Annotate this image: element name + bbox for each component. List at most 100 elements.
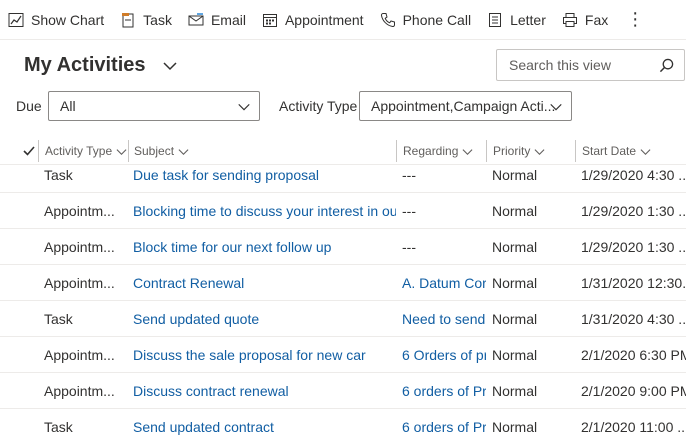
column-separator [38, 140, 39, 162]
table-row[interactable]: Appointm... Contract Renewal A. Datum Co… [0, 265, 686, 301]
column-separator [575, 140, 576, 162]
column-header-priority[interactable]: Priority [493, 137, 545, 165]
priority-cell: Normal [492, 203, 538, 219]
new-fax-button[interactable]: Fax [554, 0, 616, 40]
appointment-label: Appointment [284, 11, 364, 28]
column-header-label: Activity Type [45, 144, 113, 158]
activity-type-filter-dropdown[interactable]: Appointment,Campaign Acti... [359, 91, 572, 121]
table-row[interactable]: Appointm... Blocking time to discuss you… [0, 193, 686, 229]
new-task-button[interactable]: Task [112, 0, 180, 40]
fax-icon [562, 12, 577, 27]
column-header-label: Regarding [403, 144, 459, 158]
column-header-subject[interactable]: Subject [134, 137, 189, 165]
grid-header: Activity Type Subject Regarding Priority… [0, 137, 686, 165]
activity-type-cell: Appointm... [44, 239, 115, 255]
letter-icon [489, 12, 502, 27]
subject-link[interactable]: Contract Renewal [133, 265, 396, 301]
page-title: My Activities [24, 54, 146, 76]
search-icon[interactable] [659, 58, 674, 73]
email-label: Email [210, 11, 246, 28]
activity-type-cell: Task [44, 311, 73, 327]
table-row[interactable]: Appointm... Discuss the sale proposal fo… [0, 337, 686, 373]
start-date-cell: 2/1/2020 11:00 ... [581, 419, 686, 435]
phone-icon [380, 12, 395, 27]
activity-type-cell: Appointm... [44, 347, 115, 363]
start-date-cell: 1/29/2020 4:30 ... [581, 167, 686, 183]
grid-body: Task Due task for sending proposal --- N… [0, 166, 686, 441]
start-date-cell: 1/29/2020 1:30 ... [581, 203, 686, 219]
show-chart-button[interactable]: Show Chart [0, 0, 112, 40]
task-label: Task [143, 11, 172, 28]
table-row[interactable]: Appointm... Block time for our next foll… [0, 229, 686, 265]
task-icon [122, 12, 134, 27]
subject-link[interactable]: Discuss contract renewal [133, 373, 396, 409]
activity-type-cell: Appointm... [44, 203, 115, 219]
subject-link[interactable]: Due task for sending proposal [133, 166, 396, 193]
column-separator [128, 140, 129, 162]
regarding-link[interactable]: Need to send t [402, 301, 486, 337]
start-date-cell: 1/31/2020 4:30 ... [581, 311, 686, 327]
start-date-cell: 1/29/2020 1:30 ... [581, 239, 686, 255]
chevron-down-icon [550, 103, 562, 111]
priority-cell: Normal [492, 347, 538, 363]
new-letter-button[interactable]: Letter [479, 0, 554, 40]
chevron-down-icon [238, 103, 250, 111]
column-header-regarding[interactable]: Regarding [403, 137, 473, 165]
regarding-link[interactable]: 6 orders of Pro [402, 373, 486, 409]
search-box[interactable] [496, 49, 685, 81]
priority-cell: Normal [492, 275, 538, 291]
activity-type-cell: Task [44, 167, 73, 183]
column-header-start-date[interactable]: Start Date [582, 137, 651, 165]
calendar-icon [262, 13, 277, 27]
priority-cell: Normal [492, 239, 538, 255]
regarding-cell: --- [402, 167, 416, 183]
subject-link[interactable]: Send updated quote [133, 301, 396, 337]
new-phone-call-button[interactable]: Phone Call [372, 0, 480, 40]
subject-link[interactable]: Blocking time to discuss your interest i… [133, 193, 396, 229]
column-header-label: Subject [134, 144, 175, 158]
column-separator [396, 140, 397, 162]
letter-label: Letter [510, 11, 546, 28]
start-date-cell: 2/1/2020 9:00 PM [581, 383, 686, 399]
new-appointment-button[interactable]: Appointment [254, 0, 372, 40]
chevron-down-icon [462, 148, 473, 155]
regarding-cell: --- [402, 239, 416, 255]
activity-type-cell: Appointm... [44, 383, 115, 399]
table-row[interactable]: Task Send updated quote Need to send t N… [0, 301, 686, 337]
subject-link[interactable]: Send updated contract [133, 409, 396, 441]
view-selector[interactable]: My Activities [24, 54, 178, 77]
activity-type-filter-value: Appointment,Campaign Acti... [371, 98, 556, 114]
due-filter-dropdown[interactable]: All [48, 91, 260, 121]
chevron-down-icon [178, 148, 189, 155]
fax-label: Fax [584, 11, 609, 28]
column-header-label: Start Date [582, 144, 637, 158]
column-header-activity-type[interactable]: Activity Type [45, 137, 127, 165]
chart-icon [8, 12, 24, 27]
chevron-down-icon [640, 148, 651, 155]
phone-call-label: Phone Call [402, 11, 472, 28]
table-row[interactable]: Task Send updated contract 6 orders of P… [0, 409, 686, 441]
regarding-cell: --- [402, 203, 416, 219]
priority-cell: Normal [492, 311, 538, 327]
select-all-checkmark-icon[interactable] [22, 144, 36, 158]
regarding-link[interactable]: 6 Orders of prc [402, 337, 486, 373]
chevron-down-icon [163, 61, 177, 70]
regarding-link[interactable]: A. Datum Corp [402, 265, 486, 301]
chevron-down-icon [116, 148, 127, 155]
subject-link[interactable]: Block time for our next follow up [133, 229, 396, 265]
chevron-down-icon [534, 148, 545, 155]
search-input[interactable] [509, 57, 659, 73]
email-icon [188, 12, 204, 25]
table-row[interactable]: Appointm... Discuss contract renewal 6 o… [0, 373, 686, 409]
regarding-link[interactable]: 6 orders of Pro [402, 409, 486, 441]
more-commands-button[interactable]: ⋮ [616, 0, 654, 40]
due-filter-value: All [60, 98, 76, 114]
new-email-button[interactable]: Email [180, 0, 254, 40]
subject-link[interactable]: Discuss the sale proposal for new car [133, 337, 396, 373]
activity-type-cell: Task [44, 419, 73, 435]
start-date-cell: 1/31/2020 12:30... [581, 275, 686, 291]
activity-type-cell: Appointm... [44, 275, 115, 291]
table-row[interactable]: Task Due task for sending proposal --- N… [0, 166, 686, 193]
due-filter-label: Due [16, 98, 42, 114]
column-header-label: Priority [493, 144, 531, 158]
